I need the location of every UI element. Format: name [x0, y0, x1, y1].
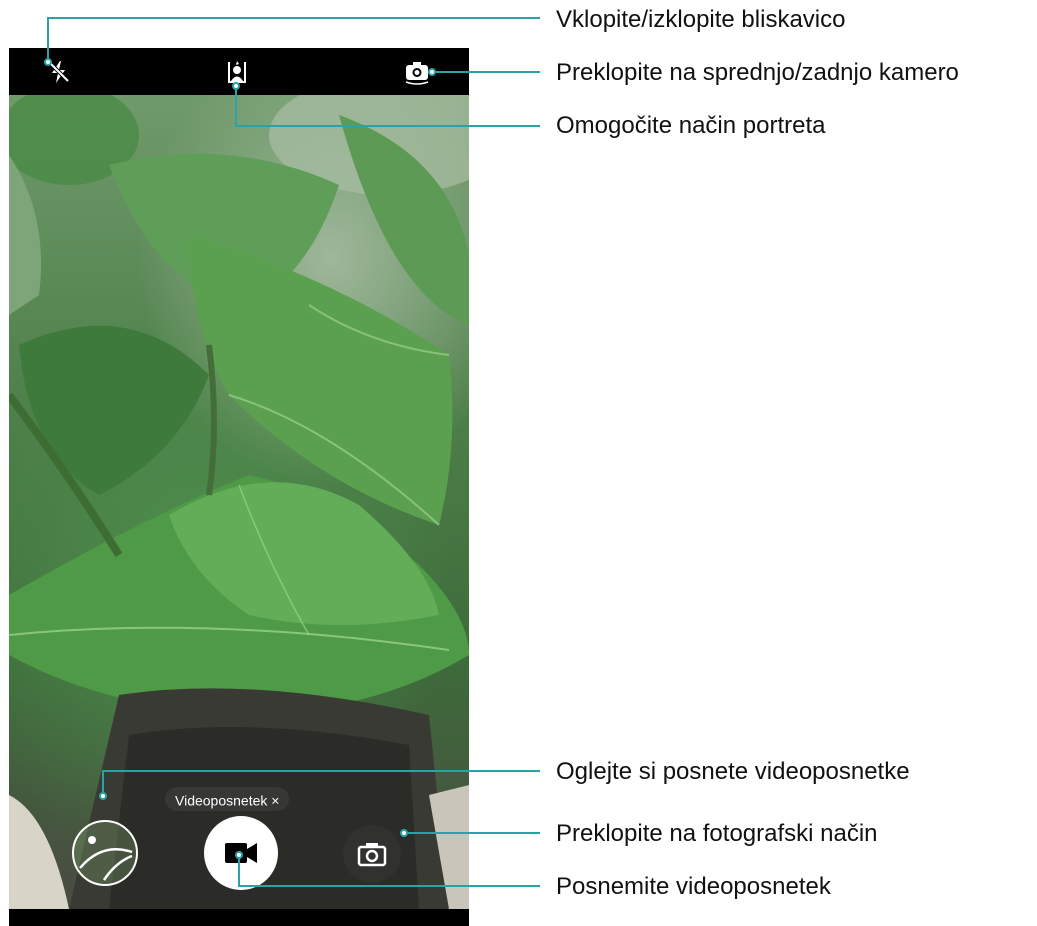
callout-line-gallery — [102, 770, 540, 795]
callout-record-label: Posnemite videoposnetek — [556, 873, 831, 900]
callout-lines — [44, 17, 540, 887]
callout-photo-mode-label: Preklopite na fotografski način — [556, 820, 878, 847]
callout-gallery-label: Oglejte si posnete videoposnetke — [556, 758, 910, 785]
callout-portrait-label: Omogočite način portreta — [556, 112, 826, 139]
callout-flash-label: Vklopite/izklopite bliskavico — [556, 6, 846, 33]
callout-line-record — [238, 855, 540, 887]
callout-switch-camera-label: Preklopite na sprednjo/zadnjo kamero — [556, 59, 959, 86]
callout-line-flash — [47, 17, 540, 60]
callout-line-portrait — [235, 85, 540, 127]
